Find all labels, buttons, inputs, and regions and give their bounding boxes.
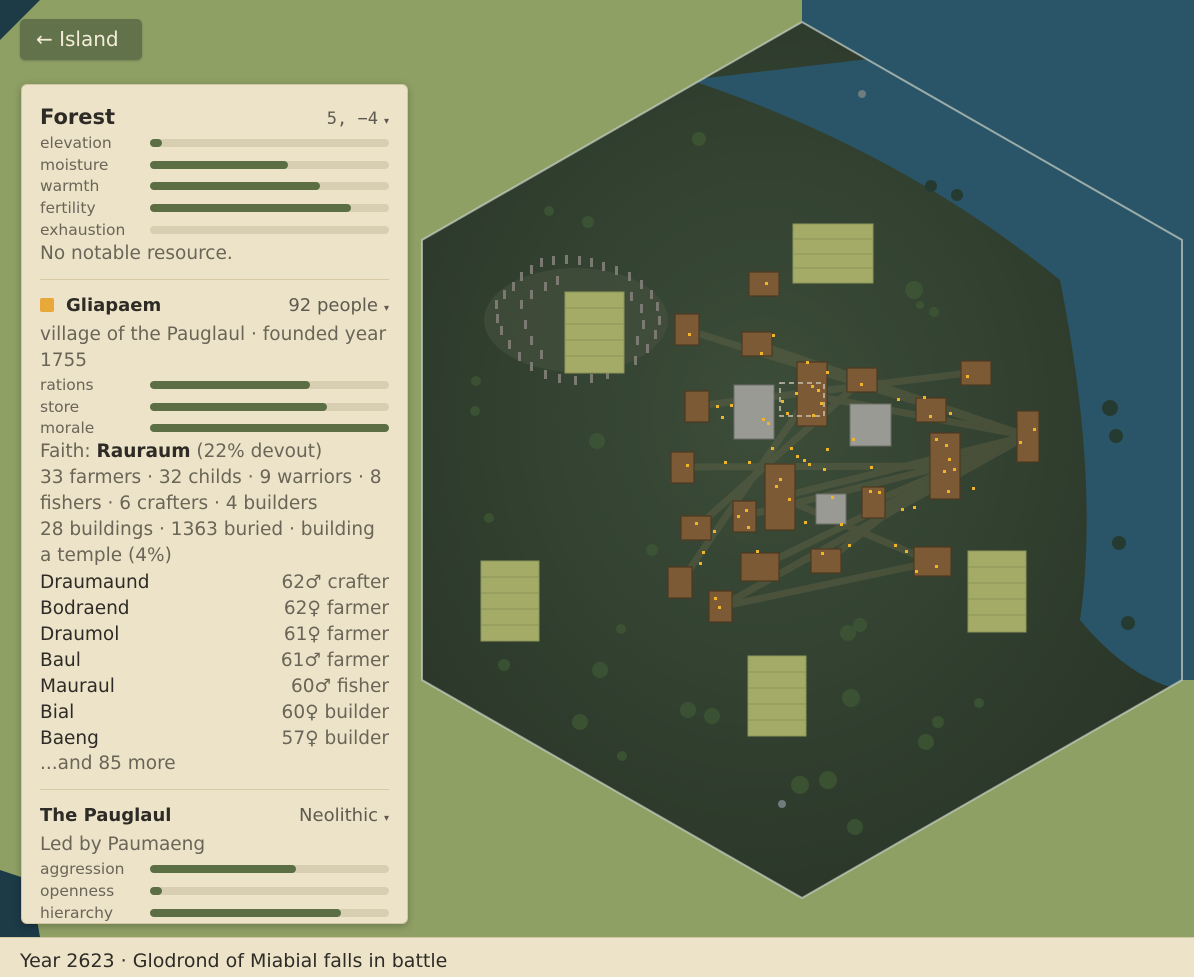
stat-bar-fill — [149, 204, 351, 213]
person-row[interactable]: Mauraul 60♂ fisher — [40, 673, 389, 699]
person-row[interactable]: Baul 61♂ farmer — [40, 647, 389, 673]
stat-label: openness — [40, 882, 115, 901]
stat-exhaustion: exhaustion — [40, 219, 389, 241]
population-dropdown[interactable]: 92 people ▾ — [288, 295, 389, 316]
person-age-role: 62♀ farmer — [283, 597, 389, 619]
stat-rations: rations — [40, 374, 389, 396]
resource-note: No notable resource. — [40, 242, 233, 264]
faith-line: Faith: Rauraum (22% devout) — [40, 439, 389, 465]
person-age-role: 61♀ farmer — [283, 623, 389, 645]
faith-name[interactable]: Rauraum — [97, 441, 191, 462]
stat-bar — [149, 182, 389, 191]
faith-devotion: (22% devout) — [190, 441, 323, 463]
stat-bar — [149, 402, 389, 411]
culture-header: The Pauglaul Neolithic ▾ — [40, 805, 389, 826]
person-name: Mauraul — [40, 675, 115, 697]
event-status-bar: Year 2623 · Glodrond of Miabial falls in… — [0, 937, 1194, 977]
settlement-header: Gliapaem 92 people ▾ — [40, 295, 389, 316]
occupations: 33 farmers · 32 childs · 9 warriors · 8 … — [40, 467, 382, 515]
stat-bar-fill — [149, 402, 327, 411]
stat-bar-fill — [149, 380, 311, 389]
stat-label: hierarchy — [40, 903, 114, 922]
stat-label: rations — [40, 375, 94, 394]
stat-bar-fill — [149, 138, 162, 147]
person-row[interactable]: Bial 60♀ builder — [40, 699, 389, 725]
stat-bar — [149, 380, 389, 389]
stat-bar-fill — [149, 908, 342, 917]
era-dropdown[interactable]: Neolithic ▾ — [299, 805, 389, 826]
person-age-role: 57♀ builder — [281, 727, 389, 749]
stat-bar-fill — [149, 865, 296, 874]
divider — [40, 278, 389, 280]
person-name: Draumaund — [40, 571, 150, 593]
tile-header: Forest 5, −4 ▾ — [40, 105, 389, 129]
caret-down-icon: ▾ — [383, 116, 389, 127]
stat-bar — [149, 424, 389, 433]
person-row[interactable]: Draumaund 62♂ crafter — [40, 569, 389, 595]
person-name: Draumol — [40, 623, 120, 645]
stat-bar — [149, 226, 389, 235]
stat-bar — [149, 138, 389, 147]
tile-coords: 5, −4 — [326, 109, 378, 129]
stat-bar — [149, 887, 389, 896]
stat-bar-fill — [149, 887, 162, 896]
buildings-summary: 28 buildings · 1363 buried · building a … — [40, 519, 375, 567]
stat-bar — [149, 908, 389, 917]
stat-hierarchy: hierarchy — [40, 902, 389, 923]
person-name: Baul — [40, 649, 81, 671]
stat-fertility: fertility — [40, 197, 389, 219]
people-list: Draumaund 62♂ crafter Bodraend 62♀ farmer Dr… — [40, 569, 389, 751]
stat-label: warmth — [40, 177, 100, 196]
stat-label: aggression — [40, 860, 125, 879]
person-row[interactable]: Bodraend 62♀ farmer — [40, 595, 389, 621]
person-age-role: 60♀ builder — [281, 701, 389, 723]
stat-bar-fill — [149, 424, 389, 433]
settlement-description: village of the Pauglaul · founded year 1… — [40, 323, 387, 371]
stat-morale: morale — [40, 418, 389, 440]
stat-label: fertility — [40, 199, 96, 218]
stat-bar-fill — [149, 160, 289, 169]
stat-openness: openness — [40, 880, 389, 902]
population-count: 92 people — [288, 294, 378, 316]
more-people-link[interactable]: ...and 85 more — [40, 751, 389, 777]
culture-stats: aggression openness hierarchy — [40, 858, 389, 923]
stat-warmth: warmth — [40, 176, 389, 198]
stat-store: store — [40, 396, 389, 418]
settlement-name: Gliapaem — [66, 294, 162, 316]
stat-label: store — [40, 397, 80, 416]
era-label: Neolithic — [299, 805, 378, 827]
person-age-role: 60♂ fisher — [290, 675, 389, 697]
stat-moisture: moisture — [40, 154, 389, 176]
person-row[interactable]: Baeng 57♀ builder — [40, 725, 389, 751]
stat-label: exhaustion — [40, 221, 126, 240]
stat-elevation: elevation — [40, 132, 389, 154]
culture-leader: Led by Paumaeng — [40, 834, 206, 856]
info-panel[interactable]: Forest 5, −4 ▾ elevation moisture warmth fer… — [21, 84, 408, 924]
caret-down-icon: ▾ — [383, 302, 389, 314]
person-age-role: 62♂ crafter — [281, 571, 389, 593]
person-age-role: 61♂ farmer — [280, 649, 389, 671]
divider — [40, 789, 389, 791]
culture-name: The Pauglaul — [40, 805, 172, 827]
faith-label: Faith: — [40, 441, 97, 463]
stat-bar — [149, 204, 389, 213]
stat-bar-fill — [149, 182, 320, 191]
back-to-island-button[interactable]: ← Island — [20, 19, 142, 60]
person-name: Baeng — [40, 727, 99, 749]
person-row[interactable]: Draumol 61♀ farmer — [40, 621, 389, 647]
stat-label: morale — [40, 419, 95, 438]
person-name: Bial — [40, 701, 75, 723]
stat-bar — [149, 160, 389, 169]
caret-down-icon: ▾ — [383, 813, 389, 825]
stat-aggression: aggression — [40, 858, 389, 880]
stat-bar — [149, 865, 389, 874]
settlement-color-swatch — [40, 297, 54, 312]
tile-title: Forest — [40, 105, 116, 129]
person-name: Bodraend — [40, 597, 130, 619]
tile-stats: elevation moisture warmth fertility exhausti… — [40, 132, 389, 241]
stat-label: moisture — [40, 155, 109, 174]
stat-label: elevation — [40, 133, 112, 152]
tile-coords-dropdown[interactable]: 5, −4 ▾ — [327, 108, 389, 129]
settlement-stats: rations store morale — [40, 374, 389, 439]
